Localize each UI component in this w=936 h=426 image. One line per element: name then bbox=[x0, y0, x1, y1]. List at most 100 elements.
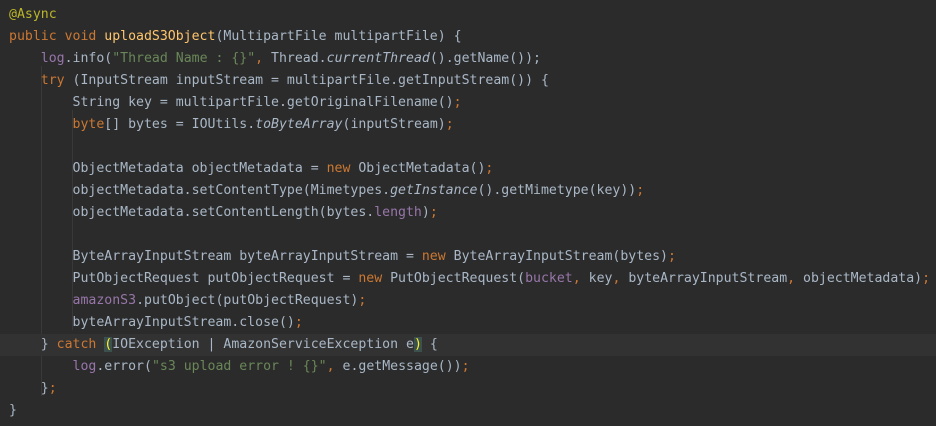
code-line[interactable]: } bbox=[0, 400, 936, 422]
code-text: @Async bbox=[9, 4, 57, 26]
code-token: ; bbox=[922, 271, 931, 286]
code-line[interactable]: byteArrayInputStream.close(); bbox=[0, 312, 936, 334]
code-token: getInstance bbox=[390, 183, 478, 198]
code-token: , bbox=[572, 271, 589, 286]
code-line[interactable]: log.error("s3 upload error ! {}", e.getM… bbox=[0, 356, 936, 378]
code-token: objectMetadata) bbox=[803, 271, 923, 286]
code-text: }; bbox=[9, 378, 57, 400]
code-token: .info( bbox=[64, 51, 113, 66]
code-line[interactable]: } catch (IOException | AmazonServiceExce… bbox=[0, 334, 936, 356]
code-token: byteArrayInputStream.close() bbox=[9, 315, 295, 330]
code-token: ObjectMetadata() bbox=[358, 161, 486, 176]
code-token: log bbox=[40, 51, 65, 66]
code-token: [] bytes = IOUtils. bbox=[104, 117, 256, 132]
code-token: ; bbox=[668, 249, 676, 264]
code-token: ; bbox=[429, 205, 438, 220]
code-token: ; bbox=[453, 95, 462, 110]
code-line[interactable]: public void uploadS3Object(MultipartFile… bbox=[0, 26, 936, 48]
code-line[interactable]: try (InputStream inputStream = multipart… bbox=[0, 70, 936, 92]
code-token: "s3 upload error ! {}" bbox=[151, 359, 327, 374]
code-token: , bbox=[326, 359, 343, 374]
code-line[interactable]: String key = multipartFile.getOriginalFi… bbox=[0, 92, 936, 114]
code-token: ; bbox=[445, 117, 454, 132]
code-line[interactable]: PutObjectRequest putObjectRequest = new … bbox=[0, 268, 936, 290]
code-token: PutObjectRequest putObjectRequest = bbox=[9, 271, 359, 286]
code-token: String key = multipartFile.getOriginalFi… bbox=[9, 95, 454, 110]
code-token: new bbox=[421, 249, 454, 264]
code-token: objectMetadata.setContentLength(bytes. bbox=[9, 205, 375, 220]
code-token: catch bbox=[56, 337, 105, 352]
code-token: , bbox=[787, 271, 804, 286]
code-token: ByteArrayInputStream(bytes) bbox=[453, 249, 668, 264]
code-line[interactable] bbox=[0, 224, 936, 246]
code-token: ().getMimetype(key)) bbox=[477, 183, 637, 198]
code-line[interactable]: @Async bbox=[0, 4, 936, 26]
code-token: , bbox=[612, 271, 629, 286]
code-token: ObjectMetadata objectMetadata = bbox=[9, 161, 327, 176]
code-line[interactable]: byte[] bytes = IOUtils.toByteArray(input… bbox=[0, 114, 936, 136]
code-token: log bbox=[72, 359, 97, 374]
code-token: e.getMessage()) bbox=[342, 359, 462, 374]
code-token: ) bbox=[421, 205, 430, 220]
code-line[interactable]: objectMetadata.setContentType(Mimetypes.… bbox=[0, 180, 936, 202]
code-token: @Async bbox=[9, 7, 57, 22]
code-token: ; bbox=[48, 381, 57, 396]
code-token: IOException | AmazonServiceException e bbox=[112, 337, 414, 352]
code-token: key bbox=[588, 271, 613, 286]
code-line[interactable] bbox=[0, 136, 936, 158]
code-token: Thread. bbox=[271, 51, 327, 66]
code-text: ObjectMetadata objectMetadata = new Obje… bbox=[9, 158, 494, 180]
code-text: } bbox=[9, 400, 17, 422]
code-line[interactable]: ObjectMetadata objectMetadata = new Obje… bbox=[0, 158, 936, 180]
code-token: ; bbox=[461, 359, 470, 374]
code-token: try bbox=[40, 73, 73, 88]
code-text: log.info("Thread Name : {}", Thread.curr… bbox=[9, 48, 541, 70]
code-text: String key = multipartFile.getOriginalFi… bbox=[9, 92, 462, 114]
code-text: ByteArrayInputStream byteArrayInputStrea… bbox=[9, 246, 676, 268]
code-token: (InputStream inputStream = multipartFile… bbox=[72, 73, 549, 88]
code-token: } bbox=[9, 403, 17, 418]
code-token: , bbox=[255, 51, 272, 66]
code-editor[interactable]: @Async public void uploadS3Object(Multipa… bbox=[0, 0, 936, 426]
code-token: ; bbox=[294, 315, 303, 330]
code-token: .putObject(putObjectRequest) bbox=[136, 293, 359, 308]
code-token: toByteArray bbox=[255, 117, 343, 132]
code-token: .error( bbox=[96, 359, 152, 374]
code-text: } catch (IOException | AmazonServiceExce… bbox=[9, 334, 438, 356]
code-token: PutObjectRequest( bbox=[390, 271, 526, 286]
code-token: } bbox=[9, 337, 57, 352]
code-text: byteArrayInputStream.close(); bbox=[9, 312, 303, 334]
code-text: byte[] bytes = IOUtils.toByteArray(input… bbox=[9, 114, 454, 136]
code-token: ; bbox=[485, 161, 494, 176]
code-line[interactable]: objectMetadata.setContentLength(bytes.le… bbox=[0, 202, 936, 224]
code-token: new bbox=[358, 271, 391, 286]
code-token: public void bbox=[9, 29, 105, 44]
code-token: byte bbox=[72, 117, 105, 132]
code-token: amazonS3 bbox=[72, 293, 137, 308]
code-token: bucket bbox=[525, 271, 573, 286]
code-line[interactable]: log.info("Thread Name : {}", Thread.curr… bbox=[0, 48, 936, 70]
code-text: PutObjectRequest putObjectRequest = new … bbox=[9, 268, 931, 290]
code-text: public void uploadS3Object(MultipartFile… bbox=[9, 26, 462, 48]
code-token: uploadS3Object bbox=[104, 29, 216, 44]
code-token: length bbox=[374, 205, 422, 220]
code-token: ; bbox=[636, 183, 645, 198]
code-token: (MultipartFile multipartFile) { bbox=[215, 29, 462, 44]
code-text: amazonS3.putObject(putObjectRequest); bbox=[9, 290, 367, 312]
code-token: ; bbox=[358, 293, 367, 308]
code-token: ByteArrayInputStream byteArrayInputStrea… bbox=[9, 249, 422, 264]
code-token: } bbox=[9, 381, 49, 396]
code-line[interactable]: ByteArrayInputStream byteArrayInputStrea… bbox=[0, 246, 936, 268]
code-line[interactable]: }; bbox=[0, 378, 936, 400]
code-text: objectMetadata.setContentType(Mimetypes.… bbox=[9, 180, 645, 202]
code-line[interactable]: amazonS3.putObject(putObjectRequest); bbox=[0, 290, 936, 312]
code-text: objectMetadata.setContentLength(bytes.le… bbox=[9, 202, 438, 224]
code-token: "Thread Name : {}" bbox=[112, 51, 256, 66]
code-text: try (InputStream inputStream = multipart… bbox=[9, 70, 549, 92]
code-token: objectMetadata.setContentType(Mimetypes. bbox=[9, 183, 391, 198]
